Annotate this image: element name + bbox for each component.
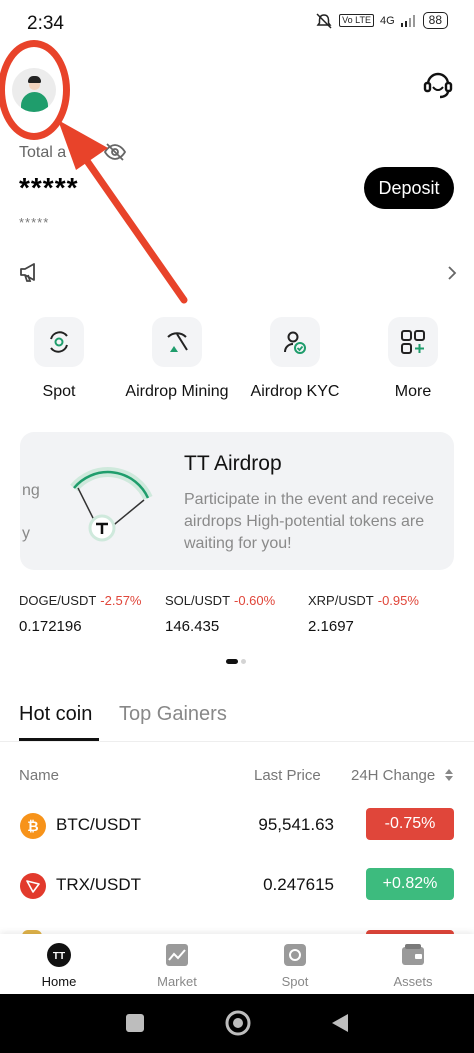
ticker-doge[interactable]: DOGE/USDT -2.57% 0.172196: [19, 592, 142, 635]
ticker-pair: XRP/USDT: [308, 593, 374, 608]
divider: [0, 741, 474, 742]
row-symbol: BTC/USDT: [56, 815, 141, 834]
nav-spot[interactable]: Spot: [236, 934, 354, 994]
ticker-change: -2.57%: [100, 593, 142, 608]
spot-nav-icon: [282, 942, 308, 968]
balance-converted: *****: [19, 215, 50, 230]
deposit-button[interactable]: Deposit: [364, 167, 454, 209]
user-verify-icon: [270, 317, 320, 367]
quick-action-label: Airdrop KYC: [250, 383, 340, 400]
status-bar: 2:34 Vo LTE 4G 88: [0, 0, 474, 48]
status-time: 2:34: [27, 13, 64, 34]
quick-action-label: More: [394, 383, 432, 400]
row-last-price: 0.247615: [263, 875, 334, 894]
ticker-xrp[interactable]: XRP/USDT -0.95% 2.1697: [308, 592, 419, 635]
home-icon: TT: [46, 942, 72, 968]
wallet-icon: [400, 942, 426, 968]
spot-icon: [34, 317, 84, 367]
quick-action-label: Airdrop Mining: [125, 383, 229, 400]
column-header-last-price: Last Price: [254, 767, 321, 784]
bitcoin-icon: ₿: [20, 813, 46, 839]
svg-text:TT: TT: [53, 951, 65, 962]
ticker-price: 146.435: [165, 618, 220, 635]
nav-label: Assets: [393, 974, 433, 989]
recent-apps-icon[interactable]: [124, 1012, 146, 1034]
nav-home[interactable]: TT Home: [0, 934, 118, 994]
quick-action-spot[interactable]: Spot: [0, 317, 118, 401]
ticker-pair: DOGE/USDT: [19, 593, 97, 608]
ticker-price: 2.1697: [308, 618, 354, 635]
banner-description: Participate in the event and receive air…: [184, 491, 434, 552]
annotation-circle: [0, 40, 70, 140]
pickaxe-icon: [152, 317, 202, 367]
ticker-pair: SOL/USDT: [165, 593, 231, 608]
row-symbol: TRX/USDT: [56, 875, 141, 894]
quick-action-more[interactable]: More: [354, 317, 472, 401]
column-header-name: Name: [19, 767, 60, 784]
tron-icon: [20, 873, 46, 899]
volte-badge: Vo LTE: [339, 14, 374, 27]
megaphone-icon[interactable]: [18, 261, 42, 283]
row-change-badge[interactable]: +0.82%: [366, 868, 454, 900]
chevron-right-icon[interactable]: [446, 265, 458, 281]
ticker-change: -0.60%: [234, 593, 276, 608]
quick-action-label: Spot: [42, 383, 76, 400]
tab-hot-coin[interactable]: Hot coin: [19, 703, 92, 726]
signal-icon: [400, 14, 415, 27]
sort-icon[interactable]: [444, 767, 454, 783]
quick-action-airdrop-kyc[interactable]: Airdrop KYC: [236, 317, 354, 401]
promo-banner[interactable]: ng y TT Airdrop Participate in the event…: [20, 432, 454, 570]
ticker-price: 0.172196: [19, 618, 82, 635]
column-header-change[interactable]: 24H Change: [351, 767, 435, 784]
tab-top-gainers[interactable]: Top Gainers: [119, 703, 227, 726]
table-row[interactable]: ₿ BTC/USDT 95,541.63 -0.75%: [0, 806, 474, 846]
nav-label: Spot: [281, 974, 309, 989]
total-balance: *****: [19, 172, 79, 203]
banner-peek-text: y: [22, 525, 30, 542]
annotation-arrow: [58, 120, 188, 304]
quick-action-airdrop-mining[interactable]: Airdrop Mining: [118, 317, 236, 401]
airdrop-gauge-icon: [70, 467, 153, 542]
nav-label: Market: [157, 974, 197, 989]
network-type: 4G: [379, 14, 395, 27]
nav-market[interactable]: Market: [118, 934, 236, 994]
battery-indicator: 88: [422, 12, 448, 29]
banner-peek-text: ng: [22, 482, 40, 499]
home-circle-icon[interactable]: [224, 1009, 252, 1037]
row-change-badge[interactable]: -0.75%: [366, 808, 454, 840]
status-icons: Vo LTE 4G 88: [315, 12, 448, 29]
mute-icon: [316, 12, 332, 29]
back-icon[interactable]: [330, 1012, 350, 1034]
system-nav-bar: [0, 994, 474, 1053]
market-icon: [164, 942, 190, 968]
grid-plus-icon: [388, 317, 438, 367]
nav-label: Home: [41, 974, 77, 989]
ticker-change: -0.95%: [377, 593, 419, 608]
banner-title: TT Airdrop: [184, 452, 282, 475]
total-assets-label: Total a: [19, 144, 67, 161]
row-last-price: 95,541.63: [258, 815, 334, 834]
ticker-sol[interactable]: SOL/USDT -0.60% 146.435: [165, 592, 275, 635]
eye-hidden-icon[interactable]: [103, 141, 127, 163]
carousel-dots: [226, 659, 246, 664]
bottom-nav: TT Home Market Spot Assets: [0, 934, 474, 994]
nav-assets[interactable]: Assets: [354, 934, 472, 994]
headset-support-icon[interactable]: [420, 66, 456, 102]
table-row[interactable]: TRX/USDT 0.247615 +0.82%: [0, 866, 474, 906]
